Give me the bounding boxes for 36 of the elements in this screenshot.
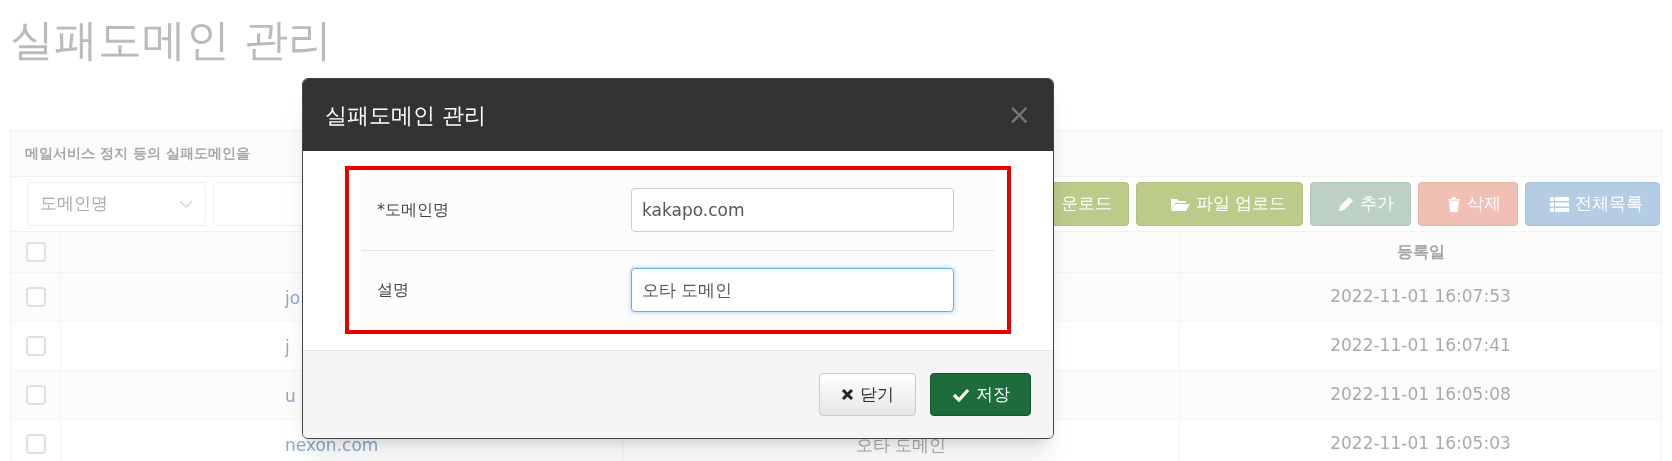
- folder-icon: [1169, 196, 1190, 212]
- panel-heading: 메일서비스 정지 등의 실패도메인을: [25, 144, 250, 163]
- list-icon: [1550, 196, 1569, 212]
- checkbox[interactable]: [25, 336, 46, 356]
- trash-icon: [1447, 195, 1461, 213]
- checkbox[interactable]: [25, 434, 46, 454]
- table-cell-text: 2022-11-01 16:07:53: [1330, 285, 1511, 309]
- domain-link[interactable]: j: [285, 335, 290, 361]
- field-label: *도메인명: [376, 198, 450, 221]
- modal-title: 실패도메인 관리: [325, 101, 486, 130]
- table-cell-text: 2022-11-01 16:05:08: [1330, 383, 1511, 407]
- toolbar-button[interactable]: 삭제: [1418, 182, 1518, 226]
- dialog-button[interactable]: 저장: [930, 373, 1031, 416]
- dialog-button[interactable]: 닫기: [819, 373, 916, 416]
- input-field[interactable]: kakapo.com: [631, 187, 954, 232]
- checkbox[interactable]: [25, 242, 46, 262]
- check-icon: [951, 387, 970, 402]
- close-button[interactable]: ×: [1007, 101, 1031, 129]
- toolbar-button[interactable]: 파일 업로드: [1136, 182, 1303, 226]
- chevron-down-icon: [179, 200, 193, 208]
- table-cell-text: 2022-11-01 16:07:41: [1330, 334, 1511, 358]
- input-field[interactable]: 오타 도메인: [631, 268, 954, 313]
- table-cell-text: 2022-11-01 16:05:03: [1330, 432, 1511, 456]
- checkbox[interactable]: [25, 287, 46, 307]
- checkbox[interactable]: [25, 385, 46, 405]
- toolbar-button[interactable]: 추가: [1310, 182, 1411, 226]
- x-icon: [841, 388, 854, 401]
- column-header: 등록일: [1396, 241, 1445, 263]
- page-title: 실패도메인 관리: [10, 13, 332, 67]
- toolbar-button[interactable]: 전체목록: [1525, 182, 1660, 226]
- domain-link[interactable]: u: [285, 384, 296, 410]
- filter-select[interactable]: 도메인명: [27, 182, 206, 226]
- field-label: 설명: [376, 279, 410, 302]
- table-cell-text: 오타 도메인: [855, 434, 947, 458]
- domain-link[interactable]: jo: [285, 286, 301, 312]
- pencil-icon: [1338, 196, 1354, 212]
